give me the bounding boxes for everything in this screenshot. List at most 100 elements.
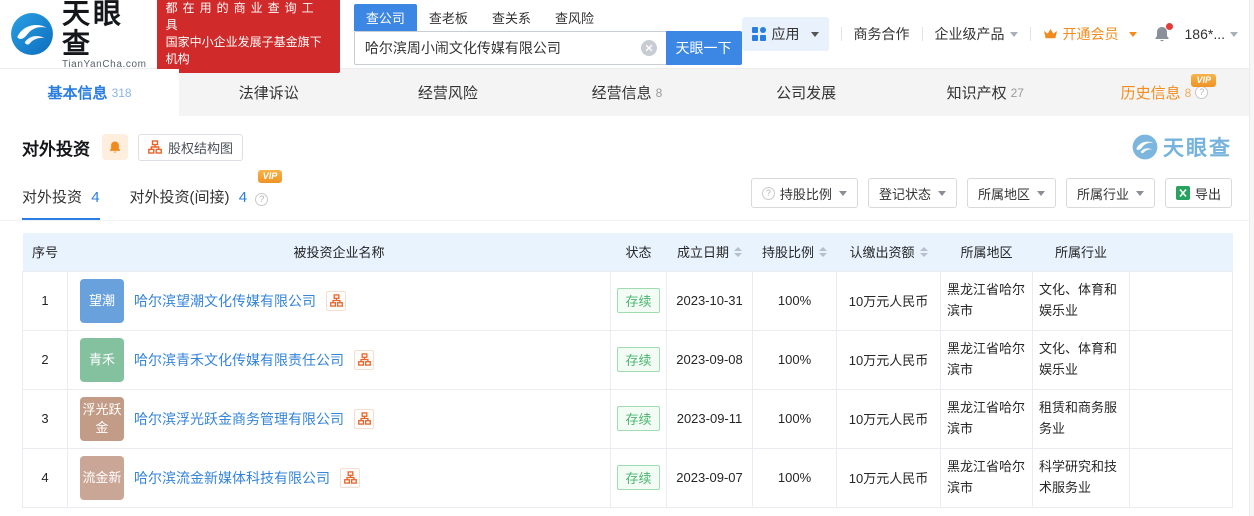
- sort-icon[interactable]: [919, 246, 928, 257]
- tianyancha-logo[interactable]: 天眼查 TianYanCha.com: [10, 0, 147, 70]
- user-account-menu[interactable]: 186*...: [1185, 26, 1238, 42]
- tab-operation-risk[interactable]: 经营风险: [358, 69, 537, 116]
- subtab-count: 4: [91, 189, 100, 206]
- search-input[interactable]: [353, 30, 666, 65]
- top-header: 天眼查 TianYanCha.com 都在用的商业查询工具 国家中小企业发展子基…: [0, 0, 1254, 73]
- search-tab-company[interactable]: 查公司: [353, 3, 417, 31]
- vip-badge: VIP: [257, 170, 283, 183]
- equity-structure-icon[interactable]: [354, 408, 374, 429]
- empty-cell: [1129, 447, 1233, 508]
- divider: [840, 27, 842, 41]
- filter-shareholding-ratio[interactable]: 持股比例: [750, 178, 858, 208]
- open-vip-menu[interactable]: 开通会员: [1043, 24, 1137, 44]
- tab-label: 经营信息: [591, 85, 652, 102]
- apps-grid-icon: [751, 27, 766, 41]
- tab-label: 知识产权: [946, 85, 1007, 102]
- question-icon[interactable]: [255, 193, 269, 206]
- tab-label: 法律诉讼: [238, 85, 299, 102]
- col-established-date[interactable]: 成立日期: [666, 233, 753, 271]
- subtab-count: 4: [238, 189, 248, 206]
- tab-label: 公司发展: [776, 85, 837, 102]
- col-region: 所属地区: [940, 233, 1033, 271]
- company-name-link[interactable]: 哈尔滨流金新媒体科技有限公司: [134, 468, 330, 488]
- equity-structure-icon[interactable]: [354, 349, 374, 370]
- company-nav-tabs: 基本信息 318 法律诉讼 经营风险 经营信息 8 公司发展 知识产权 27 V…: [0, 68, 1254, 116]
- shareholding-ratio: 100%: [752, 388, 837, 449]
- tab-intellectual-property[interactable]: 知识产权 27: [896, 69, 1075, 116]
- company-name-link[interactable]: 哈尔滨浮光跃金商务管理有限公司: [134, 409, 344, 429]
- excel-icon: [1175, 186, 1190, 200]
- question-icon[interactable]: [1195, 86, 1209, 99]
- col-shareholding-ratio[interactable]: 持股比例: [752, 233, 837, 271]
- enterprise-products-menu[interactable]: 企业级产品: [935, 24, 1018, 44]
- equity-structure-chart-button[interactable]: 股权结构图: [138, 133, 244, 161]
- sort-icon[interactable]: [734, 246, 742, 257]
- business-cooperation-link[interactable]: 商务合作: [854, 24, 910, 44]
- clear-input-icon[interactable]: [640, 39, 657, 56]
- tab-legal-litigation[interactable]: 法律诉讼: [179, 69, 358, 116]
- tab-operation-info[interactable]: 经营信息 8: [537, 69, 716, 116]
- equity-structure-chart-label: 股权结构图: [168, 140, 234, 156]
- section-title: 对外投资: [22, 139, 90, 159]
- tab-basic-info[interactable]: 基本信息 318: [0, 69, 180, 116]
- search-tab-boss[interactable]: 查老板: [417, 4, 480, 31]
- tab-count: 8: [655, 85, 663, 100]
- shareholding-ratio: 100%: [752, 270, 837, 331]
- status-badge: 存续: [617, 288, 660, 313]
- empty-cell: [1129, 270, 1233, 331]
- divider: [1029, 27, 1031, 41]
- tab-label: 历史信息: [1120, 85, 1181, 102]
- question-icon: [761, 186, 775, 200]
- col-industry: 所属行业: [1032, 233, 1130, 271]
- subtab-indirect-investment[interactable]: VIP 对外投资(间接) 4: [130, 170, 283, 220]
- status-badge: 存续: [617, 347, 660, 372]
- subscribed-capital: 10万元人民币: [836, 388, 941, 449]
- tianyancha-logo-icon: [1132, 134, 1158, 160]
- open-vip-label: 开通会员: [1062, 26, 1119, 42]
- tianyancha-logo-icon: [10, 12, 54, 56]
- tab-history-info[interactable]: VIP 历史信息 8: [1075, 69, 1254, 116]
- search-tab-relation[interactable]: 查关系: [480, 4, 543, 31]
- search-area: 查公司 查老板 查关系 查风险 天眼一下: [353, 3, 742, 65]
- chevron-down-icon: [1128, 31, 1137, 37]
- notifications-button[interactable]: [1153, 23, 1173, 43]
- empty-cell: [1129, 388, 1233, 449]
- sort-icon[interactable]: [819, 246, 827, 257]
- col-subscribed-capital[interactable]: 认缴出资额: [836, 233, 941, 271]
- company-name-link[interactable]: 哈尔滨青禾文化传媒有限责任公司: [134, 350, 344, 370]
- chevron-down-icon: [1230, 31, 1238, 37]
- apps-menu[interactable]: 应用: [741, 17, 829, 51]
- chevron-down-icon: [937, 190, 946, 196]
- filter-registration-status[interactable]: 登记状态: [867, 178, 957, 208]
- company-name-link[interactable]: 哈尔滨望潮文化传媒有限公司: [134, 291, 316, 311]
- industry: 科学研究和技术服务业: [1032, 447, 1130, 508]
- filter-industry[interactable]: 所属行业: [1065, 178, 1155, 208]
- region: 黑龙江省哈尔滨市: [940, 270, 1033, 331]
- established-date: 2023-09-07: [666, 447, 753, 508]
- section-header: 对外投资 股权结构图 天眼查: [0, 116, 1254, 172]
- equity-structure-icon[interactable]: [326, 290, 346, 311]
- subscribed-capital: 10万元人民币: [836, 447, 941, 508]
- investment-table: 序号 被投资企业名称 状态 成立日期 持股比例 认缴出资额 所属地区 所属行业: [22, 233, 1233, 508]
- equity-structure-icon[interactable]: [340, 467, 360, 488]
- chevron-down-icon: [1009, 31, 1018, 37]
- company-avatar: 浮光跃金: [80, 396, 124, 441]
- filter-region[interactable]: 所属地区: [966, 178, 1056, 208]
- col-extra: [1129, 233, 1233, 271]
- export-button[interactable]: 导出: [1164, 178, 1232, 208]
- scrollbar[interactable]: [1249, 0, 1254, 516]
- search-button[interactable]: 天眼一下: [665, 30, 742, 65]
- monitor-bell-button[interactable]: [102, 134, 128, 160]
- row-index: 2: [22, 329, 68, 390]
- search-tab-risk[interactable]: 查风险: [543, 4, 606, 31]
- watermark-text: 天眼查: [1163, 137, 1232, 160]
- empty-cell: [1129, 329, 1233, 390]
- industry: 租赁和商务服务业: [1032, 388, 1130, 449]
- export-label: 导出: [1194, 186, 1221, 202]
- tab-company-development[interactable]: 公司发展: [717, 69, 896, 116]
- table-row: 3 浮光跃金 哈尔滨浮光跃金商务管理有限公司 存续 2023-09-11 100…: [22, 388, 1233, 449]
- filter-label: 持股比例: [779, 186, 832, 202]
- col-company-name: 被投资企业名称: [67, 233, 611, 271]
- chevron-down-icon: [1135, 190, 1144, 196]
- subtab-outbound-investment[interactable]: 对外投资 4: [22, 172, 100, 220]
